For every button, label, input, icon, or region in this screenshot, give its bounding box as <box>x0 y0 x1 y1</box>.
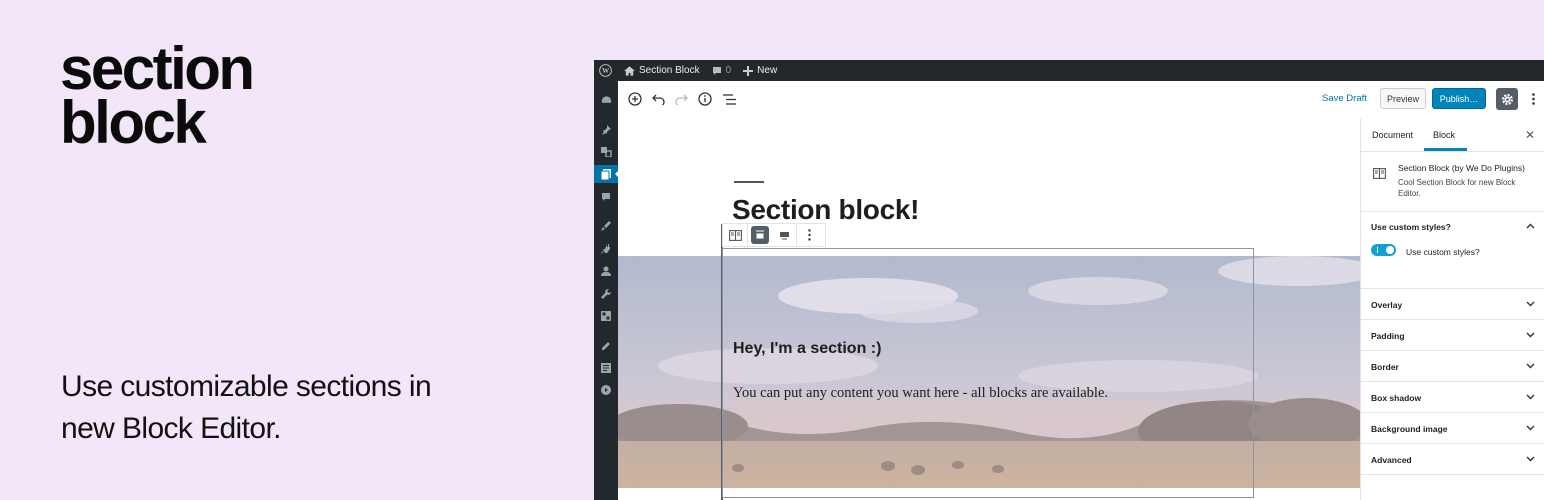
posts-pin-icon[interactable] <box>594 121 618 139</box>
align-center-icon[interactable] <box>748 224 772 246</box>
editor-canvas: Section block! Hey, I'm a section:) You… <box>618 118 1360 500</box>
add-block-icon[interactable] <box>626 90 644 108</box>
block-card: Section Block (by We Do Plugins) Cool Se… <box>1361 152 1544 212</box>
forms-icon[interactable] <box>594 359 618 377</box>
panel-title: Border <box>1371 362 1399 372</box>
brand-logo: section block <box>60 35 255 156</box>
comment-icon <box>712 66 721 75</box>
block-card-description: Cool Section Block for new Block Editor. <box>1398 178 1516 198</box>
more-options-icon[interactable] <box>1528 90 1538 108</box>
chevron-down-icon <box>1525 454 1535 464</box>
play-circle-icon[interactable] <box>594 381 618 399</box>
block-more-options-icon[interactable] <box>797 224 821 246</box>
panel-overlay[interactable]: Overlay <box>1361 289 1544 320</box>
plugins-icon[interactable] <box>594 240 618 258</box>
new-label: New <box>757 65 778 76</box>
title-separator <box>734 181 764 183</box>
panel-background-image[interactable]: Background image <box>1361 413 1544 444</box>
svg-text:W: W <box>601 67 609 75</box>
custom-styles-toggle-label: Use custom styles? <box>1406 247 1480 257</box>
tab-block[interactable]: Block <box>1433 130 1455 140</box>
tagline: Use customizable sections in new Block E… <box>61 370 432 445</box>
block-navigation-icon[interactable] <box>720 90 738 108</box>
align-full-icon[interactable] <box>772 224 796 246</box>
pencil-icon[interactable] <box>594 337 618 355</box>
section-block-card-icon <box>1373 166 1386 184</box>
admin-bar-new[interactable]: New <box>743 65 777 76</box>
appearance-icon[interactable] <box>594 217 618 235</box>
settings-sidebar: Document Block ✕ Section Block (by We Do… <box>1360 118 1544 500</box>
tab-document[interactable]: Document <box>1372 130 1413 140</box>
section-paragraph[interactable]: You can put any content you want here - … <box>733 385 1108 402</box>
panel-box-shadow[interactable]: Box shadow <box>1361 382 1544 413</box>
pages-icon[interactable] <box>594 165 619 183</box>
redo-icon[interactable] <box>672 90 690 108</box>
chevron-down-icon <box>1525 299 1535 309</box>
settings-gear-icon[interactable] <box>1496 88 1518 110</box>
panel-title: Background image <box>1371 424 1448 434</box>
editor-toolbar: Save Draft Preview Publish… <box>618 81 1544 119</box>
dashboard-icon[interactable] <box>594 91 618 109</box>
info-icon[interactable] <box>696 90 714 108</box>
admin-bar-site[interactable]: Section Block <box>624 65 700 76</box>
block-card-title: Section Block (by We Do Plugins) <box>1398 163 1525 173</box>
save-draft-button[interactable]: Save Draft <box>1322 93 1367 104</box>
chevron-up-icon[interactable] <box>1525 221 1535 231</box>
section-block[interactable] <box>722 248 1254 498</box>
admin-bar: W Section Block 0 New <box>594 60 1544 81</box>
chevron-down-icon <box>1525 361 1535 371</box>
wordpress-logo-icon[interactable]: W <box>594 60 616 81</box>
undo-icon[interactable] <box>649 90 667 108</box>
active-tab-indicator <box>1424 148 1467 151</box>
panel-title: Overlay <box>1371 300 1403 310</box>
close-sidebar-icon[interactable]: ✕ <box>1525 128 1535 142</box>
brand-line-2: block <box>60 89 207 156</box>
panel-border[interactable]: Border <box>1361 351 1544 382</box>
panel-custom-styles: Use custom styles? Use custom styles? <box>1361 212 1544 289</box>
sidebar-tabs: Document Block ✕ <box>1361 118 1544 152</box>
editor-screenshot: W Section Block 0 New Save Draft Preview… <box>594 60 1544 500</box>
chevron-down-icon <box>1525 392 1535 402</box>
site-name: Section Block <box>639 65 700 76</box>
comments-count: 0 <box>725 65 732 76</box>
settings-grid-icon[interactable] <box>594 307 618 325</box>
chevron-down-icon <box>1525 423 1535 433</box>
admin-bar-comments[interactable]: 0 <box>712 65 732 76</box>
block-toolbar <box>722 223 826 247</box>
panel-advanced[interactable]: Advanced <box>1361 444 1544 475</box>
publish-button[interactable]: Publish… <box>1432 88 1486 109</box>
panel-title: Padding <box>1371 331 1405 341</box>
panel-title: Advanced <box>1371 455 1412 465</box>
panel-padding[interactable]: Padding <box>1361 320 1544 351</box>
tools-wrench-icon[interactable] <box>594 285 618 303</box>
section-heading[interactable]: Hey, I'm a section :) <box>733 340 881 358</box>
chevron-down-icon <box>1525 330 1535 340</box>
home-icon <box>624 65 635 76</box>
panel-custom-styles-title[interactable]: Use custom styles? <box>1371 222 1451 232</box>
panel-title: Box shadow <box>1371 393 1422 403</box>
section-block-icon[interactable] <box>723 224 747 246</box>
admin-sidebar-menu <box>594 81 619 500</box>
users-icon[interactable] <box>594 262 618 280</box>
preview-button[interactable]: Preview <box>1380 88 1426 109</box>
post-title[interactable]: Section block! <box>732 194 919 226</box>
media-icon[interactable] <box>594 143 618 161</box>
brand-line-1: section <box>60 35 255 102</box>
custom-styles-toggle[interactable] <box>1371 244 1396 256</box>
plus-icon <box>743 65 754 76</box>
comments-icon[interactable] <box>594 188 618 206</box>
